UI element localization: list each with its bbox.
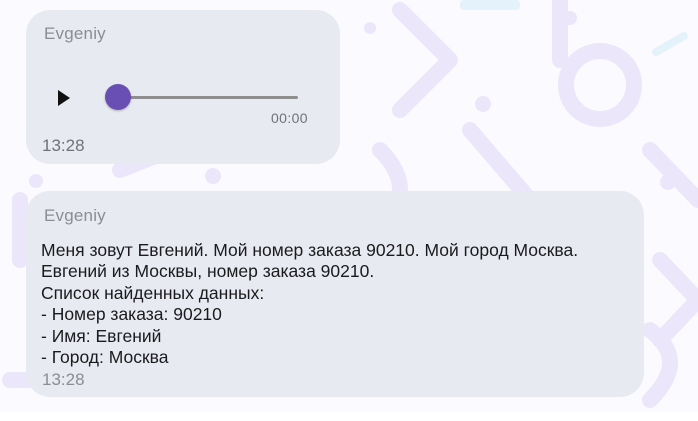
play-icon [58, 90, 70, 106]
message-line: Меня зовут Евгений. Мой номер заказа 902… [41, 240, 579, 260]
message-line: - Номер заказа: 90210 [41, 304, 222, 325]
message-sender: Evgeniy [44, 24, 106, 43]
message-line: - Город: Москва [41, 347, 169, 368]
audio-seek-bar[interactable] [105, 84, 298, 110]
audio-seek-thumb[interactable] [105, 84, 131, 110]
bottom-strip [0, 412, 698, 421]
message-line: Евгений из Москвы, номер заказа 90210. [41, 261, 375, 282]
message-timestamp: 13:28 [42, 370, 85, 389]
message-line: Список найденных данных: [41, 282, 265, 303]
message-timestamp: 13:28 [42, 136, 85, 155]
play-button[interactable] [48, 84, 80, 112]
audio-duration: 00:00 [270, 110, 308, 126]
audio-message-bubble: Evgeniy 00:00 13:28 [26, 10, 340, 164]
text-message-bubble: Evgeniy Меня зовут Евгений. Мой номер за… [26, 191, 644, 397]
message-text: Меня зовут Евгений. Мой номер заказа 902… [41, 240, 641, 368]
message-line: - Имя: Евгений [41, 325, 162, 346]
message-sender: Evgeniy [44, 206, 106, 225]
